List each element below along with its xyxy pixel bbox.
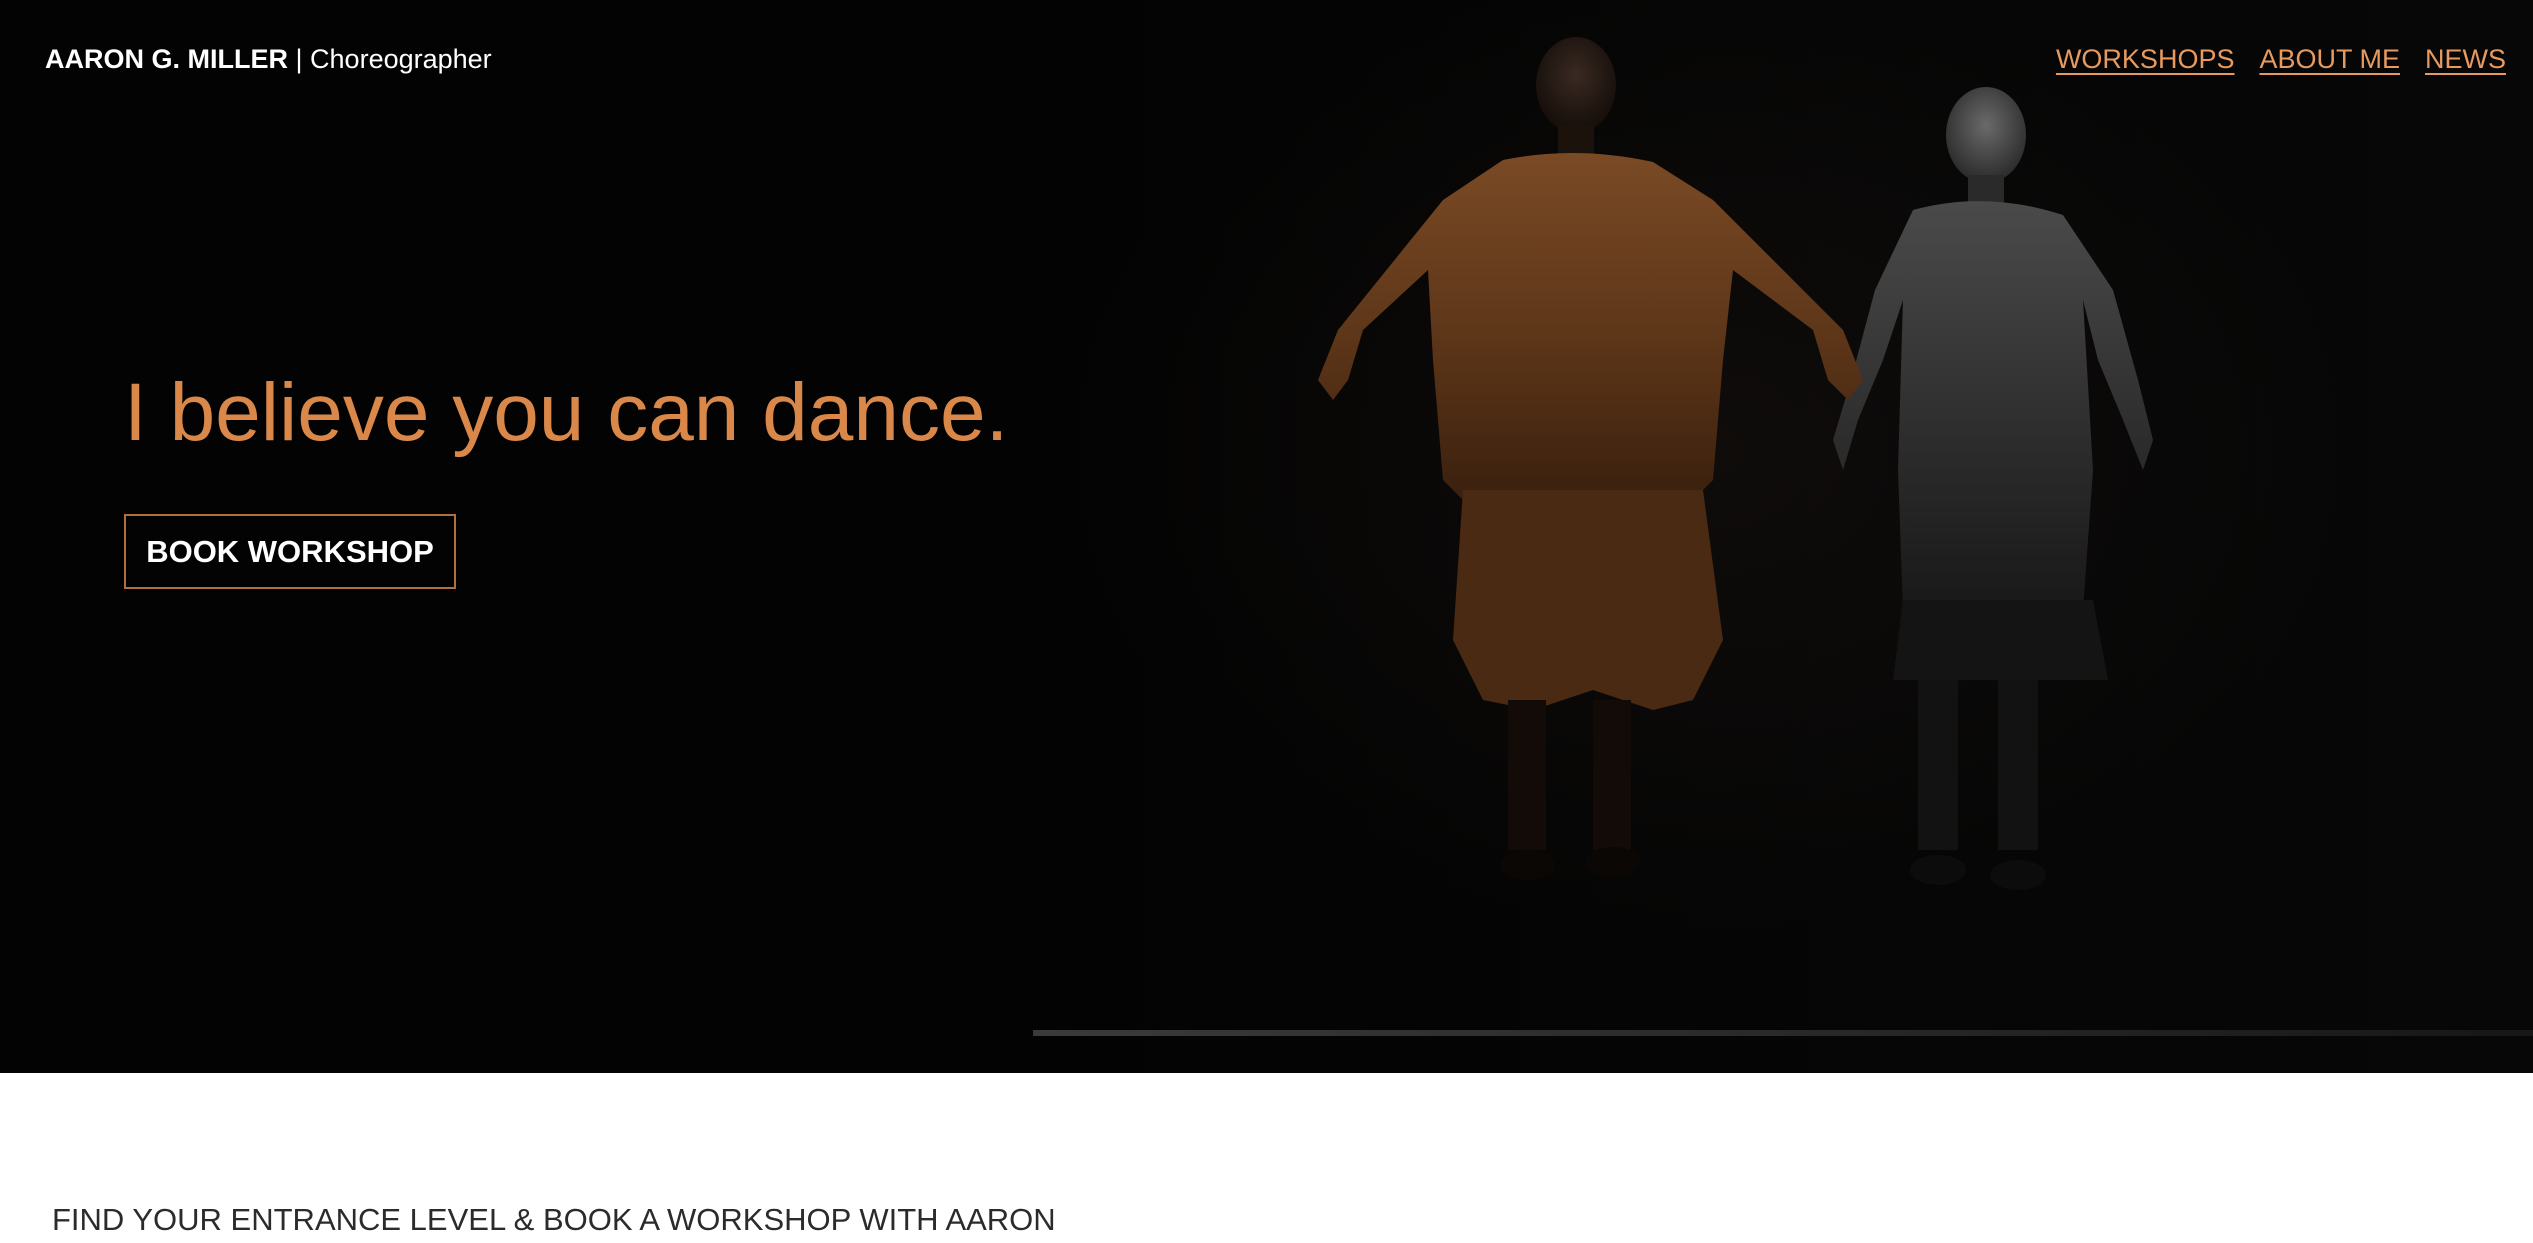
hero-dancers-photo [1033,0,2533,1073]
top-navigation: WORKSHOPS ABOUT ME NEWS [2056,44,2506,75]
site-brand[interactable]: AARON G. MILLER | Choreographer [45,44,492,75]
book-workshop-button[interactable]: BOOK WORKSHOP [124,514,456,589]
nav-link-news[interactable]: NEWS [2425,44,2506,75]
brand-separator: | [295,44,303,74]
hero-section: AARON G. MILLER | Choreographer WORKSHOP… [0,0,2533,1073]
nav-link-about-me[interactable]: ABOUT ME [2259,44,2400,75]
dancer-grey [1833,87,2153,890]
hero-headline: I believe you can dance. [124,367,1009,458]
nav-link-workshops[interactable]: WORKSHOPS [2056,44,2235,75]
brand-role: Choreographer [310,44,492,74]
brand-name: AARON G. MILLER [45,44,288,74]
stage-floor [1033,1030,2533,1036]
dancer-orange [1318,37,1863,880]
dancers-illustration [1318,37,2153,890]
section-heading: FIND YOUR ENTRANCE LEVEL & BOOK A WORKSH… [52,1202,1056,1237]
